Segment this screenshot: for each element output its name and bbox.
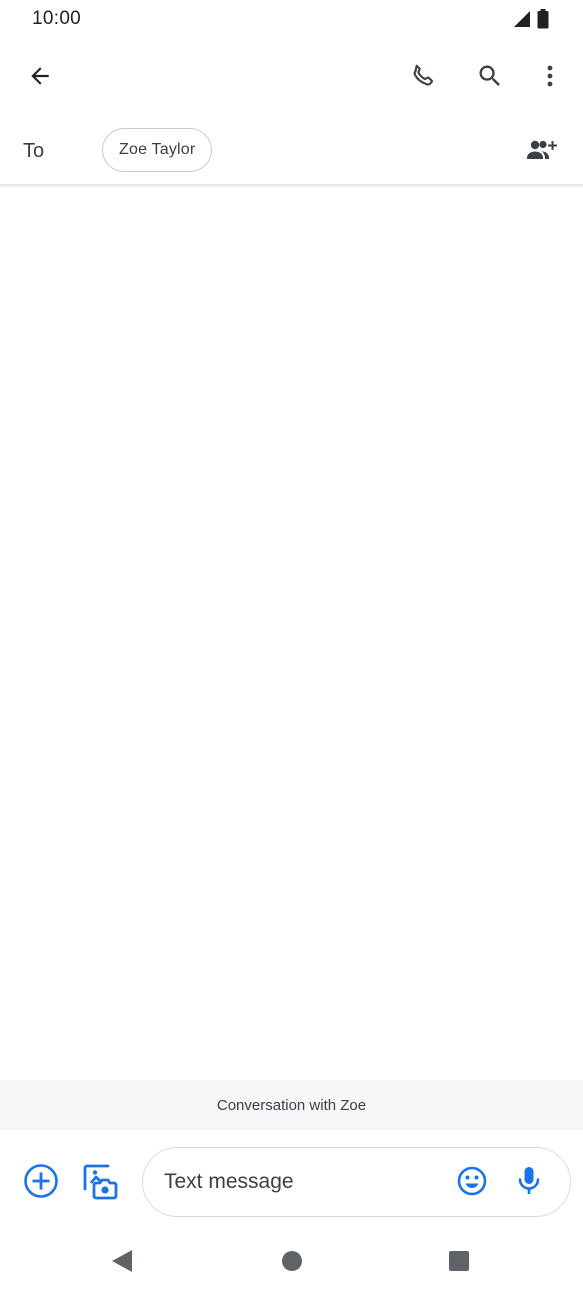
call-button[interactable] [399, 54, 447, 102]
gallery-button[interactable] [76, 1159, 124, 1207]
more-vert-icon [538, 62, 562, 95]
search-icon [476, 62, 504, 95]
more-options-button[interactable] [526, 54, 574, 102]
signal-icon [513, 10, 531, 33]
add-people-icon [525, 137, 559, 168]
phone-icon [409, 62, 437, 95]
nav-home-icon[interactable] [282, 1251, 302, 1271]
mic-icon [515, 1165, 543, 1202]
message-input-placeholder: Text message [164, 1170, 294, 1193]
recipient-row: To Zoe Taylor [0, 122, 583, 184]
search-button[interactable] [466, 54, 514, 102]
gallery-camera-icon [81, 1162, 119, 1205]
message-input[interactable]: Text message [142, 1147, 571, 1217]
emoji-button[interactable] [448, 1159, 496, 1207]
add-attachment-button[interactable] [17, 1159, 65, 1207]
messaging-screen: 10:00 To Zoe Taylor Conversation with Zo… [0, 0, 583, 1296]
recipient-chip-label: Zoe Taylor [119, 141, 196, 158]
status-time: 10:00 [32, 8, 82, 29]
recipient-chip[interactable]: Zoe Taylor [102, 128, 213, 172]
to-label: To [23, 140, 45, 162]
nav-back-icon[interactable] [112, 1250, 132, 1272]
conversation-banner-text: Conversation with Zoe [216, 1096, 367, 1114]
app-bar [0, 48, 583, 108]
status-icons [513, 9, 549, 34]
add-recipient-button[interactable] [518, 128, 566, 176]
back-button[interactable] [16, 54, 64, 102]
back-arrow-icon [27, 63, 53, 94]
emoji-icon [456, 1165, 488, 1202]
system-nav-bar [0, 1230, 583, 1296]
conversation-banner: Conversation with Zoe [0, 1080, 583, 1130]
battery-icon [537, 9, 549, 34]
message-list[interactable] [0, 189, 583, 1080]
nav-recents-icon[interactable] [449, 1251, 469, 1271]
compose-row: Text message [0, 1140, 583, 1226]
add-circle-icon [23, 1163, 59, 1204]
status-bar: 10:00 [0, 0, 583, 40]
voice-input-button[interactable] [505, 1159, 553, 1207]
